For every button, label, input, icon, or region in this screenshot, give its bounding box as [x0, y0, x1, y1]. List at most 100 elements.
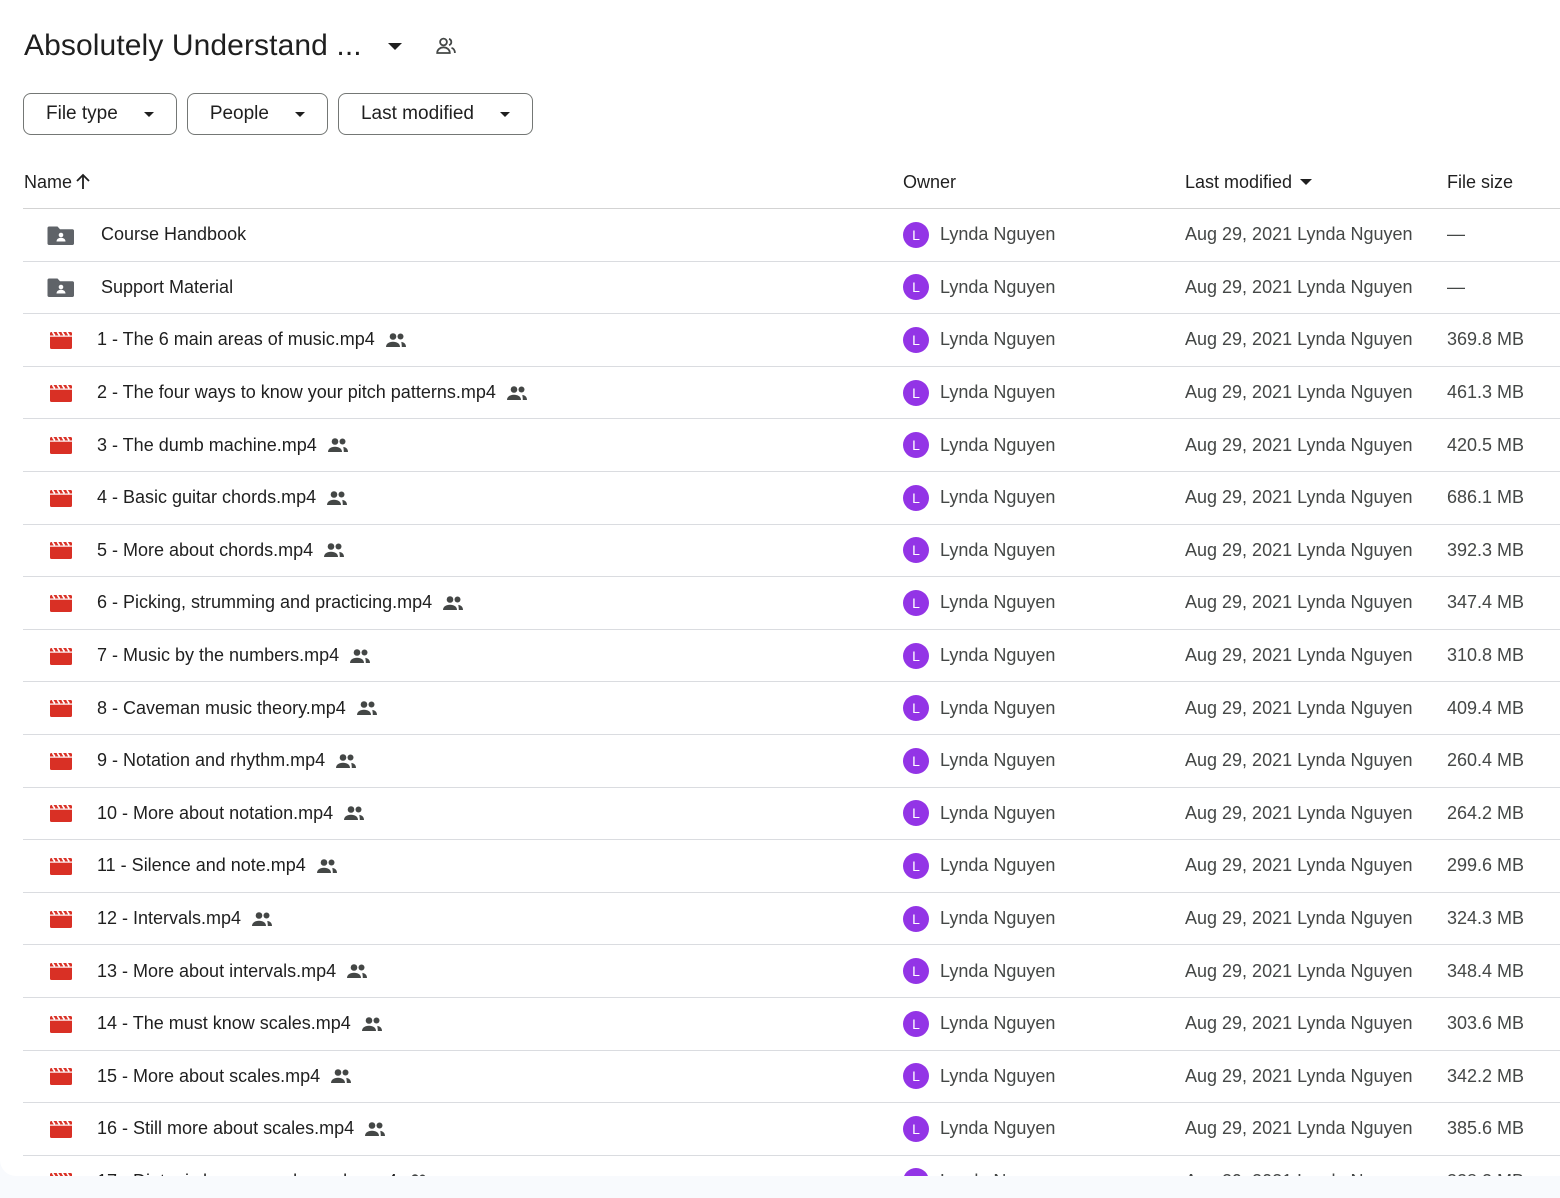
file-name[interactable]: 16 - Still more about scales.mp4: [97, 1118, 354, 1139]
file-row[interactable]: 12 - Intervals.mp4 L Lynda Nguyen Aug 29, 2…: [23, 893, 1560, 946]
last-modified-text: Aug 29, 2021 Lynda Nguyen: [1185, 1118, 1413, 1139]
file-row[interactable]: 13 - More about intervals.mp4 L Lynda Nguy…: [23, 945, 1560, 998]
file-size-text: 328.2 MB: [1447, 1171, 1524, 1176]
cell-name: 11 - Silence and note.mp4: [23, 855, 903, 877]
file-name[interactable]: Course Handbook: [101, 224, 246, 245]
cell-owner: L Lynda Nguyen: [903, 221, 1185, 248]
column-label-file-size: File size: [1447, 171, 1514, 192]
file-name[interactable]: 7 - Music by the numbers.mp4: [97, 645, 339, 666]
avatar: L: [903, 589, 929, 616]
file-row[interactable]: 7 - Music by the numbers.mp4 L Lynda Nguye…: [23, 630, 1560, 683]
cell-file-size: 385.6 MB: [1447, 1118, 1560, 1139]
owner-name: Lynda Nguyen: [940, 1118, 1056, 1139]
file-row[interactable]: 16 - Still more about scales.mp4 L Lynda N…: [23, 1103, 1560, 1156]
cell-last-modified: Aug 29, 2021 Lynda Nguyen: [1185, 592, 1447, 613]
file-row[interactable]: 3 - The dumb machine.mp4 L Lynda Nguyen Aug…: [23, 419, 1560, 472]
file-name[interactable]: 12 - Intervals.mp4: [97, 908, 241, 929]
file-name[interactable]: Support Material: [101, 277, 233, 298]
file-row[interactable]: 8 - Caveman music theory.mp4 L Lynda Nguye…: [23, 682, 1560, 735]
avatar: L: [903, 274, 929, 301]
file-name[interactable]: 6 - Picking, strumming and practicing.mp…: [97, 592, 432, 613]
file-name[interactable]: 17 - Diatonic harmony a la mode.mp4: [97, 1171, 397, 1176]
file-row[interactable]: 5 - More about chords.mp4 L Lynda Nguyen Au…: [23, 525, 1560, 578]
file-name[interactable]: 2 - The four ways to know your pitch pat…: [97, 382, 496, 403]
cell-owner: L Lynda Nguyen: [903, 747, 1185, 774]
owner-name: Lynda Nguyen: [940, 434, 1056, 455]
shared-people-icon: [335, 751, 359, 771]
shared-people-icon: [343, 803, 367, 823]
folder-row[interactable]: Support Material L Lynda Nguyen Aug 29, 202…: [23, 262, 1560, 315]
file-name[interactable]: 10 - More about notation.mp4: [97, 803, 333, 824]
cell-owner: L Lynda Nguyen: [903, 800, 1185, 827]
file-name[interactable]: 4 - Basic guitar chords.mp4: [97, 487, 316, 508]
file-row[interactable]: 17 - Diatonic harmony a la mode.mp4 L Lynd…: [23, 1156, 1560, 1176]
file-name[interactable]: 3 - The dumb machine.mp4: [97, 435, 317, 456]
last-modified-text: Aug 29, 2021 Lynda Nguyen: [1185, 276, 1413, 297]
caret-down-icon[interactable]: [1300, 179, 1313, 185]
column-header-name[interactable]: Name: [23, 172, 903, 193]
file-row[interactable]: 14 - The must know scales.mp4 L Lynda Nguy…: [23, 998, 1560, 1051]
cell-name: 9 - Notation and rhythm.mp4: [23, 750, 903, 772]
folder-title[interactable]: Absolutely Understand ...: [24, 29, 362, 63]
people-filter-chip[interactable]: People: [186, 93, 328, 135]
cell-name: 5 - More about chords.mp4: [23, 539, 903, 561]
column-header-owner: Owner: [903, 172, 1185, 193]
video-file-icon: [47, 802, 75, 824]
file-name[interactable]: 5 - More about chords.mp4: [97, 540, 313, 561]
file-row[interactable]: 2 - The four ways to know your pitch pat…: [23, 367, 1560, 420]
owner-name: Lynda Nguyen: [940, 802, 1056, 823]
column-header-last-modified[interactable]: Last modified: [1185, 172, 1447, 193]
file-name[interactable]: 9 - Notation and rhythm.mp4: [97, 750, 325, 771]
video-file-icon: [47, 960, 75, 982]
folder-row[interactable]: Course Handbook L Lynda Nguyen Aug 29, 2021…: [23, 209, 1560, 262]
cell-name: 7 - Music by the numbers.mp4: [23, 645, 903, 667]
avatar: L: [903, 484, 929, 511]
last-modified-text: Aug 29, 2021 Lynda Nguyen: [1185, 855, 1413, 876]
cell-last-modified: Aug 29, 2021 Lynda Nguyen: [1185, 645, 1447, 666]
file-name[interactable]: 11 - Silence and note.mp4: [97, 855, 306, 876]
file-row[interactable]: 9 - Notation and rhythm.mp4 L Lynda Nguyen…: [23, 735, 1560, 788]
chevron-down-icon[interactable]: [387, 42, 402, 50]
cell-last-modified: Aug 29, 2021 Lynda Nguyen: [1185, 224, 1447, 245]
people-outline-icon[interactable]: [434, 34, 458, 58]
cell-name: 6 - Picking, strumming and practicing.mp…: [23, 592, 903, 614]
file-name[interactable]: 8 - Caveman music theory.mp4: [97, 698, 346, 719]
column-label-owner: Owner: [903, 171, 957, 192]
file-name[interactable]: 1 - The 6 main areas of music.mp4: [97, 329, 375, 350]
file-row[interactable]: 15 - More about scales.mp4 L Lynda Nguyen A…: [23, 1051, 1560, 1104]
video-file-icon: [47, 382, 75, 404]
owner-name: Lynda Nguyen: [940, 908, 1056, 929]
cell-file-size: 369.8 MB: [1447, 329, 1560, 350]
video-file-icon: [47, 1118, 75, 1140]
owner-name: Lynda Nguyen: [940, 224, 1056, 245]
file-name[interactable]: 14 - The must know scales.mp4: [97, 1013, 351, 1034]
cell-name: 10 - More about notation.mp4: [23, 802, 903, 824]
last-modified-text: Aug 29, 2021 Lynda Nguyen: [1185, 802, 1413, 823]
cell-name: 14 - The must know scales.mp4: [23, 1013, 903, 1035]
file-type-filter-chip[interactable]: File type: [23, 93, 177, 135]
file-name[interactable]: 15 - More about scales.mp4: [97, 1066, 320, 1087]
file-row[interactable]: 11 - Silence and note.mp4 L Lynda Nguyen Au…: [23, 840, 1560, 893]
arrow-up-icon[interactable]: [73, 172, 93, 192]
last-modified-text: Aug 29, 2021 Lynda Nguyen: [1185, 487, 1413, 508]
file-size-text: 392.3 MB: [1447, 539, 1525, 560]
owner-name: Lynda Nguyen: [940, 382, 1056, 403]
cell-owner: L Lynda Nguyen: [903, 1010, 1185, 1037]
video-file-icon: [47, 908, 75, 930]
file-size-text: 369.8 MB: [1447, 329, 1525, 350]
file-row[interactable]: 6 - Picking, strumming and practicing.mp…: [23, 577, 1560, 630]
owner-name: Lynda Nguyen: [940, 329, 1056, 350]
cell-last-modified: Aug 29, 2021 Lynda Nguyen: [1185, 435, 1447, 456]
file-name[interactable]: 13 - More about intervals.mp4: [97, 961, 336, 982]
shared-people-icon: [361, 1014, 385, 1034]
file-row[interactable]: 10 - More about notation.mp4 L Lynda Nguye…: [23, 788, 1560, 841]
owner-name: Lynda Nguyen: [940, 1171, 1055, 1176]
cell-name: 1 - The 6 main areas of music.mp4: [23, 329, 903, 351]
file-row[interactable]: 4 - Basic guitar chords.mp4 L Lynda Nguyen…: [23, 472, 1560, 525]
cell-owner: L Lynda Nguyen: [903, 642, 1185, 669]
file-size-text: 260.4 MB: [1447, 750, 1525, 771]
cell-last-modified: Aug 29, 2021 Lynda Nguyen: [1185, 908, 1447, 929]
cell-owner: L Lynda Nguyen: [903, 905, 1185, 932]
file-row[interactable]: 1 - The 6 main areas of music.mp4 L Lynda …: [23, 314, 1560, 367]
last-modified-filter-chip[interactable]: Last modified: [337, 93, 533, 135]
